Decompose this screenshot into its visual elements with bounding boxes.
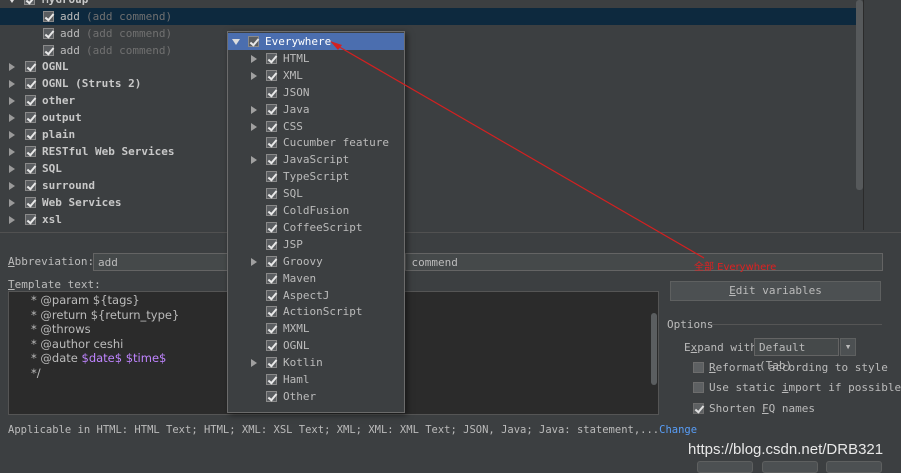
annotation-arrow <box>330 41 705 259</box>
annotation-label: 全部 Everywhere <box>694 262 777 273</box>
apply-button[interactable] <box>826 461 882 473</box>
watermark: https://blog.csdn.net/DRB321 <box>688 441 884 458</box>
cancel-button[interactable] <box>762 461 818 473</box>
annotation-arrow-head <box>330 41 342 50</box>
annotation-arrow-line <box>335 44 705 259</box>
ok-button[interactable] <box>697 461 753 473</box>
